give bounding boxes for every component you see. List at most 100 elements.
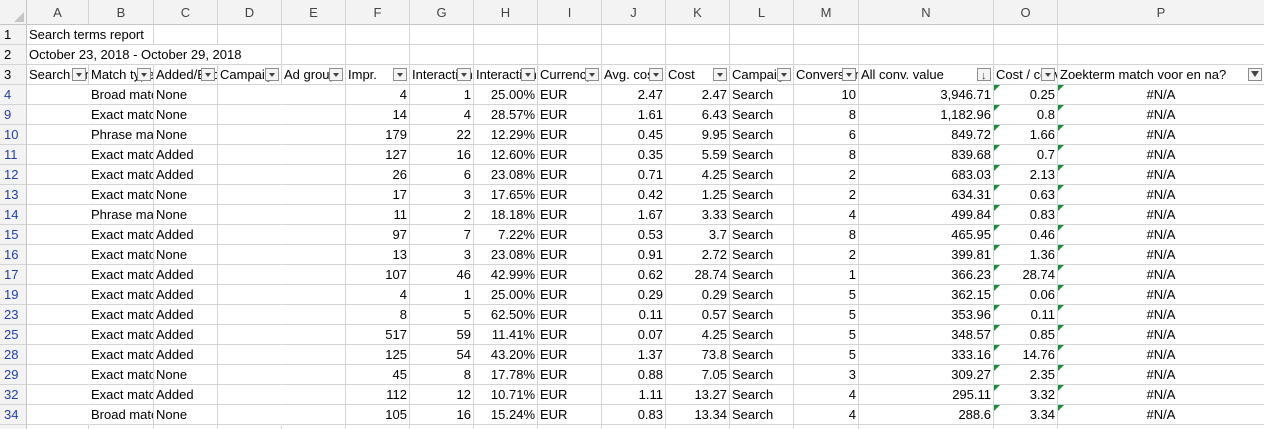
table-cell-m[interactable]: 8 bbox=[794, 145, 859, 165]
table-cell-a[interactable] bbox=[27, 185, 89, 205]
row-header[interactable]: 34 bbox=[0, 405, 27, 425]
filter-dropdown-icon[interactable] bbox=[649, 68, 663, 81]
row-header[interactable]: 29 bbox=[0, 365, 27, 385]
table-header-j[interactable]: Avg. cost bbox=[602, 65, 666, 85]
row-header[interactable]: 10 bbox=[0, 125, 27, 145]
empty-cell[interactable] bbox=[859, 425, 994, 429]
table-cell-o[interactable]: 0.06 bbox=[994, 285, 1058, 305]
empty-cell[interactable] bbox=[346, 25, 410, 45]
table-cell-i[interactable]: EUR bbox=[538, 365, 602, 385]
table-cell-n[interactable]: 1,182.96 bbox=[859, 105, 994, 125]
table-cell-o[interactable]: 2.13 bbox=[994, 165, 1058, 185]
empty-cell[interactable] bbox=[602, 425, 666, 429]
table-cell-p[interactable]: #N/A bbox=[1058, 205, 1264, 225]
table-cell-o[interactable]: 3.34 bbox=[994, 405, 1058, 425]
table-cell-f[interactable]: 45 bbox=[346, 365, 410, 385]
table-cell-j[interactable]: 0.91 bbox=[602, 245, 666, 265]
table-cell-h[interactable]: 10.71% bbox=[474, 385, 538, 405]
table-cell-a[interactable] bbox=[27, 125, 89, 145]
table-cell-j[interactable]: 0.53 bbox=[602, 225, 666, 245]
empty-cell[interactable] bbox=[346, 425, 410, 429]
spreadsheet-grid[interactable]: A B C D E F G H I J K L M N O P 1 Search terms report 2 Oct… bbox=[0, 0, 1264, 429]
table-cell-l[interactable]: Search bbox=[730, 245, 794, 265]
table-cell-h[interactable]: 25.00% bbox=[474, 285, 538, 305]
table-cell-d[interactable] bbox=[218, 405, 282, 425]
table-cell-n[interactable]: 295.11 bbox=[859, 385, 994, 405]
table-cell-k[interactable]: 7.05 bbox=[666, 365, 730, 385]
table-cell-a[interactable] bbox=[27, 385, 89, 405]
table-header-a[interactable]: Search terms bbox=[27, 65, 89, 85]
table-cell-h[interactable]: 18.18% bbox=[474, 205, 538, 225]
table-cell-l[interactable]: Search bbox=[730, 305, 794, 325]
table-cell-m[interactable]: 8 bbox=[794, 225, 859, 245]
filter-dropdown-icon[interactable] bbox=[201, 68, 215, 81]
empty-cell[interactable] bbox=[538, 45, 602, 65]
table-cell-c[interactable]: None bbox=[154, 85, 218, 105]
empty-cell[interactable] bbox=[794, 425, 859, 429]
row-header[interactable]: 14 bbox=[0, 205, 27, 225]
row-header[interactable]: 4 bbox=[0, 85, 27, 105]
table-cell-f[interactable]: 14 bbox=[346, 105, 410, 125]
table-cell-i[interactable]: EUR bbox=[538, 285, 602, 305]
table-cell-a[interactable] bbox=[27, 265, 89, 285]
table-cell-e[interactable] bbox=[282, 205, 346, 225]
table-cell-f[interactable]: 125 bbox=[346, 345, 410, 365]
table-cell-f[interactable]: 13 bbox=[346, 245, 410, 265]
filter-dropdown-icon[interactable] bbox=[137, 68, 151, 81]
empty-cell[interactable] bbox=[794, 45, 859, 65]
table-header-k[interactable]: Cost bbox=[666, 65, 730, 85]
empty-cell[interactable] bbox=[89, 425, 154, 429]
table-cell-c[interactable]: Added bbox=[154, 285, 218, 305]
table-cell-f[interactable]: 107 bbox=[346, 265, 410, 285]
table-cell-l[interactable]: Search bbox=[730, 85, 794, 105]
table-cell-l[interactable]: Search bbox=[730, 285, 794, 305]
column-header-l[interactable]: L bbox=[730, 0, 794, 25]
table-cell-k[interactable]: 13.27 bbox=[666, 385, 730, 405]
table-cell-a[interactable] bbox=[27, 285, 89, 305]
table-cell-f[interactable]: 26 bbox=[346, 165, 410, 185]
table-cell-o[interactable]: 3.32 bbox=[994, 385, 1058, 405]
table-cell-j[interactable]: 0.83 bbox=[602, 405, 666, 425]
table-cell-g[interactable]: 22 bbox=[410, 125, 474, 145]
empty-cell[interactable] bbox=[666, 425, 730, 429]
table-cell-d[interactable] bbox=[218, 345, 282, 365]
table-header-g[interactable]: Interactions bbox=[410, 65, 474, 85]
table-cell-c[interactable]: Added bbox=[154, 325, 218, 345]
table-cell-a[interactable] bbox=[27, 325, 89, 345]
table-cell-a[interactable] bbox=[27, 165, 89, 185]
column-header-m[interactable]: M bbox=[794, 0, 859, 25]
table-cell-o[interactable]: 0.7 bbox=[994, 145, 1058, 165]
table-cell-i[interactable]: EUR bbox=[538, 345, 602, 365]
row-header[interactable]: 12 bbox=[0, 165, 27, 185]
empty-cell[interactable] bbox=[346, 45, 410, 65]
empty-cell[interactable] bbox=[538, 425, 602, 429]
column-header-j[interactable]: J bbox=[602, 0, 666, 25]
row-header[interactable]: 15 bbox=[0, 225, 27, 245]
column-header-c[interactable]: C bbox=[154, 0, 218, 25]
empty-cell[interactable] bbox=[1058, 45, 1264, 65]
table-cell-b[interactable]: Exact match bbox=[89, 345, 154, 365]
table-cell-m[interactable]: 5 bbox=[794, 345, 859, 365]
row-header[interactable]: 19 bbox=[0, 285, 27, 305]
table-cell-o[interactable]: 0.11 bbox=[994, 305, 1058, 325]
table-cell-n[interactable]: 839.68 bbox=[859, 145, 994, 165]
table-cell-d[interactable] bbox=[218, 305, 282, 325]
table-header-l[interactable]: Campaign type bbox=[730, 65, 794, 85]
table-cell-k[interactable]: 9.95 bbox=[666, 125, 730, 145]
table-cell-n[interactable]: 399.81 bbox=[859, 245, 994, 265]
empty-cell[interactable] bbox=[859, 45, 994, 65]
table-cell-l[interactable]: Search bbox=[730, 325, 794, 345]
table-cell-e[interactable] bbox=[282, 125, 346, 145]
table-cell-d[interactable] bbox=[218, 225, 282, 245]
table-cell-a[interactable] bbox=[27, 225, 89, 245]
table-cell-k[interactable]: 3.7 bbox=[666, 225, 730, 245]
row-header[interactable]: 13 bbox=[0, 185, 27, 205]
table-cell-m[interactable]: 5 bbox=[794, 305, 859, 325]
table-cell-d[interactable] bbox=[218, 385, 282, 405]
table-cell-g[interactable]: 2 bbox=[410, 205, 474, 225]
empty-cell[interactable] bbox=[538, 25, 602, 45]
empty-cell[interactable] bbox=[730, 425, 794, 429]
table-cell-m[interactable]: 10 bbox=[794, 85, 859, 105]
table-cell-a[interactable] bbox=[27, 205, 89, 225]
column-header-n[interactable]: N bbox=[859, 0, 994, 25]
